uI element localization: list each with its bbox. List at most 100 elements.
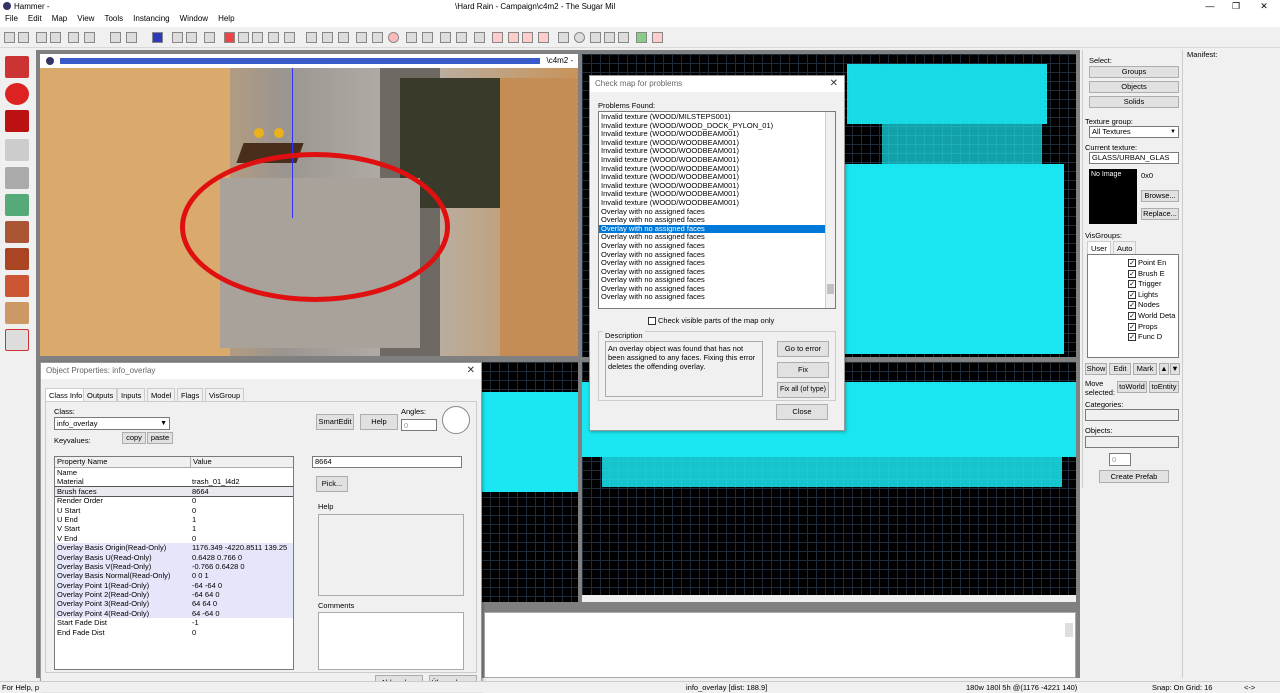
grid-view-icon[interactable] <box>590 32 601 43</box>
select-solids-button[interactable]: Solids <box>1089 96 1179 108</box>
visgroup-item[interactable]: ✓ World Deta <box>1128 311 1178 322</box>
models-icon[interactable] <box>508 32 519 43</box>
snap-icon[interactable] <box>406 32 417 43</box>
go-to-error-button[interactable]: Go to error <box>777 341 829 357</box>
problems-list[interactable]: Invalid texture (WOOD/MILSTEPS001) Invali… <box>598 111 836 309</box>
keyvalue-row[interactable]: Start Fade Dist -1 <box>55 618 293 627</box>
carve-icon[interactable] <box>152 32 163 43</box>
decal-tool-icon[interactable] <box>5 248 29 270</box>
keyvalue-row[interactable]: End Fade Dist 0 <box>55 628 293 637</box>
check-visible-row[interactable]: Check visible parts of the map only <box>648 316 774 325</box>
camera-tool-icon[interactable] <box>5 110 29 132</box>
viewport-3d[interactable]: \c4m2 - The Sugar Mill\_c4m2_sugarmill_a… <box>40 54 578 356</box>
menu-edit[interactable]: Edit <box>23 13 47 24</box>
paste-button[interactable]: paste <box>147 432 173 444</box>
keyvalue-row[interactable]: Overlay Basis Origin(Read-Only) 1176.349 … <box>55 543 293 553</box>
keyvalue-row[interactable]: Overlay Basis V(Read-Only) -0.766 0.6428 … <box>55 561 293 572</box>
col-property-name[interactable]: Property Name <box>55 457 190 467</box>
menu-view[interactable]: View <box>72 13 99 24</box>
visgroup-item[interactable]: ✓ Func D <box>1128 332 1178 343</box>
horizontal-scrollbar[interactable] <box>582 595 1076 602</box>
browse-button[interactable]: Browse... <box>1141 190 1179 202</box>
block-tool-icon[interactable] <box>5 167 29 189</box>
keyvalue-row[interactable]: Overlay Basis Normal(Read-Only) 0 0 1 <box>55 571 293 581</box>
angles-dial[interactable] <box>442 406 470 434</box>
grid-smaller-icon[interactable] <box>18 32 29 43</box>
cm-icon[interactable] <box>618 32 629 43</box>
tab-model[interactable]: Model <box>147 388 176 401</box>
objects-select[interactable] <box>1085 436 1179 448</box>
selection-icon[interactable] <box>372 32 383 43</box>
visgroup-mark-button[interactable]: Mark <box>1133 363 1157 375</box>
help-button[interactable]: Help <box>360 414 398 430</box>
keyvalues-table[interactable]: Property Name Value Name Material trash_01… <box>54 456 294 670</box>
visgroup-checkbox[interactable]: ✓ <box>1128 322 1136 331</box>
tab-visgroups-auto[interactable]: Auto <box>1113 241 1137 254</box>
menu-instancing[interactable]: Instancing <box>128 13 174 24</box>
detail-icon[interactable] <box>538 32 549 43</box>
draw-icon[interactable] <box>652 32 663 43</box>
visgroup-checkbox[interactable]: ✓ <box>1128 269 1136 278</box>
visgroups-tree[interactable]: ✓ Point En ✓ Brush E ✓ Trigger ✓ Lights ✓ Nodes ✓ W… <box>1087 254 1179 358</box>
vertex-tool-icon[interactable] <box>5 329 29 351</box>
paste-icon[interactable] <box>338 32 349 43</box>
visgroup-checkbox[interactable]: ✓ <box>1128 311 1136 320</box>
show-3d-grid-icon[interactable] <box>50 32 61 43</box>
menu-window[interactable]: Window <box>175 13 213 24</box>
clip-tool-icon[interactable] <box>5 302 29 324</box>
redo-icon[interactable] <box>126 32 137 43</box>
group-icon[interactable] <box>172 32 183 43</box>
restore-button[interactable]: ❐ <box>1222 0 1250 13</box>
to-world-button[interactable]: toWorld <box>1117 381 1147 393</box>
message-scrollbar[interactable] <box>1065 623 1073 637</box>
check-map-icon[interactable] <box>388 32 399 43</box>
tab-inputs[interactable]: Inputs <box>117 388 146 401</box>
apply-texture-icon[interactable] <box>5 221 29 243</box>
vertex-icon[interactable] <box>456 32 467 43</box>
problems-scrollbar[interactable] <box>825 112 835 308</box>
keyvalue-row[interactable]: Overlay Point 2(Read-Only) -64 64 0 <box>55 590 293 600</box>
visgroup-checkbox[interactable]: ✓ <box>1128 259 1136 268</box>
brackets-icon[interactable] <box>422 32 433 43</box>
selection-tool-icon[interactable] <box>5 56 29 78</box>
class-select[interactable]: info_overlay ▼ <box>54 417 170 430</box>
menu-tools[interactable]: Tools <box>99 13 128 24</box>
problem-item[interactable]: Overlay with no assigned faces <box>599 293 825 302</box>
cordon-icon[interactable] <box>558 32 569 43</box>
visgroup-checkbox[interactable]: ✓ <box>1128 280 1136 289</box>
visgroup-item[interactable]: ✓ Trigger <box>1128 279 1178 290</box>
arrow-up-icon[interactable]: ▲ <box>1159 363 1169 375</box>
undo-icon[interactable] <box>110 32 121 43</box>
move-to-world-icon[interactable] <box>238 32 249 43</box>
menu-file[interactable]: File <box>0 13 23 24</box>
visgroup-checkbox[interactable]: ✓ <box>1128 290 1136 299</box>
hide-icon[interactable] <box>204 32 215 43</box>
to-entity-button[interactable]: toEntity <box>1149 381 1179 393</box>
texture-lock-icon[interactable] <box>252 32 263 43</box>
select-objects-button[interactable]: Objects <box>1089 81 1179 93</box>
menu-help[interactable]: Help <box>213 13 239 24</box>
pick-button[interactable]: Pick... <box>316 476 348 492</box>
keyvalue-row[interactable]: Overlay Point 3(Read-Only) 64 64 0 <box>55 599 293 609</box>
texture-app-icon[interactable] <box>474 32 485 43</box>
fix-all-button[interactable]: Fix all (of type) <box>777 382 829 398</box>
grid-toggle-icon[interactable] <box>4 32 15 43</box>
categories-select[interactable] <box>1085 409 1179 421</box>
keyvalue-row[interactable]: Overlay Basis U(Read-Only) 0.6428 0.766 0 <box>55 552 293 562</box>
magnify-tool-icon[interactable] <box>5 83 29 105</box>
keyvalue-row[interactable]: V End 0 <box>55 534 293 543</box>
minimize-button[interactable]: — <box>1196 0 1224 13</box>
radar-icon[interactable] <box>574 32 585 43</box>
close-window-button[interactable]: ✕ <box>1250 0 1278 13</box>
tab-class-info[interactable]: Class Info <box>45 388 87 401</box>
select-by-icon[interactable] <box>284 32 295 43</box>
close-button[interactable]: Close <box>776 404 828 420</box>
comments-textarea[interactable] <box>318 612 464 670</box>
keyvalue-row[interactable]: Overlay Point 4(Read-Only) 64 -64 0 <box>55 608 293 619</box>
visgroup-item[interactable]: ✓ Props <box>1128 322 1178 333</box>
entity-tool-icon[interactable] <box>5 139 29 161</box>
col-value[interactable]: Value <box>190 457 293 467</box>
tab-visgroups-user[interactable]: User <box>1087 241 1111 254</box>
keyvalue-row[interactable]: Brush faces 8664 <box>55 485 293 498</box>
count-stepper[interactable]: 0 <box>1109 453 1131 466</box>
